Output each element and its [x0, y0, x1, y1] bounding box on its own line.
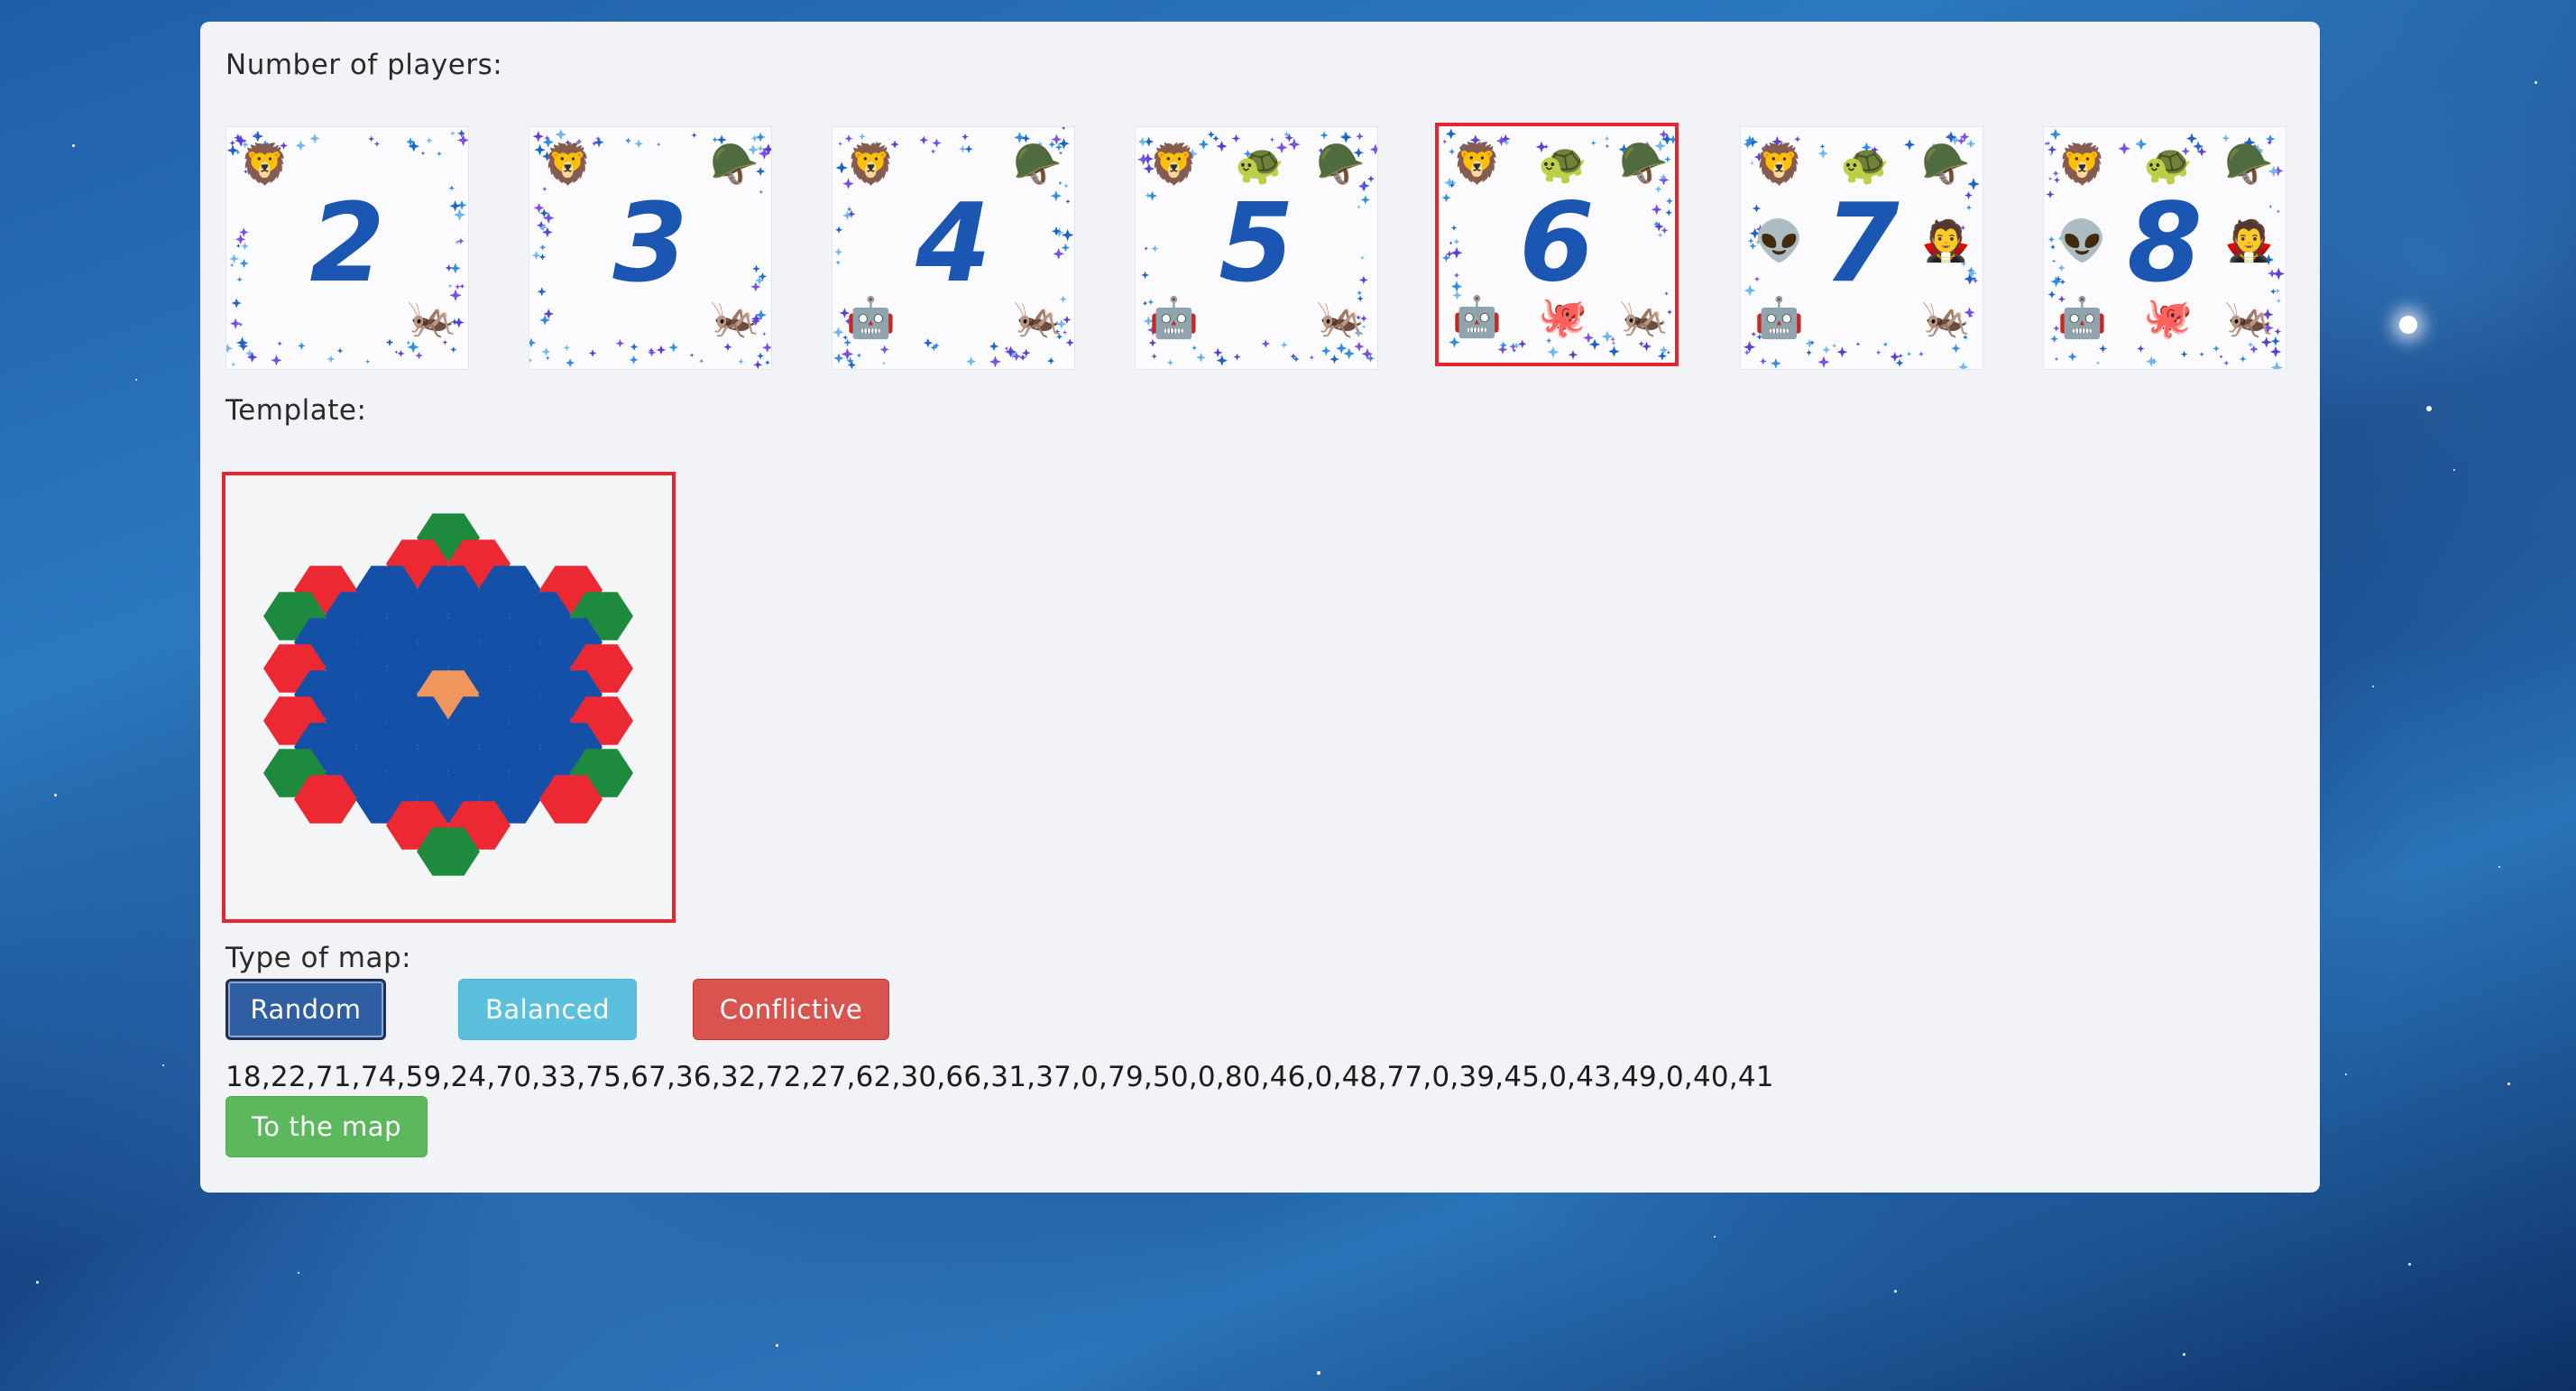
random-map-button[interactable]: Random	[225, 979, 386, 1040]
star	[1894, 1290, 1897, 1293]
player-avatar-icon: 🐙	[2143, 295, 2193, 341]
map-sequence-text: 18,22,71,74,59,24,70,33,75,67,36,32,72,2…	[225, 1061, 1774, 1093]
player-avatar-icon: 🤖	[1754, 295, 1804, 341]
player-avatar-icon: 🪖	[1316, 142, 1366, 188]
player-avatar-icon: 🤖	[846, 295, 896, 341]
player-avatar-icon: 🦁	[240, 142, 290, 188]
star	[2535, 81, 2537, 84]
star	[72, 144, 75, 147]
player-avatar-icon: 🦁	[2057, 142, 2107, 188]
star	[776, 1344, 778, 1347]
player-count-option-4[interactable]: 4 🦁 🪖 🤖 🦗	[832, 126, 1075, 370]
player-avatar-icon: 🪖	[1013, 142, 1063, 188]
star	[2498, 866, 2500, 868]
player-count-number: 2	[309, 181, 385, 307]
star	[2453, 469, 2455, 471]
template-label: Template:	[225, 394, 367, 427]
player-avatar-icon: 🦗	[710, 295, 759, 341]
star	[1317, 1371, 1320, 1375]
player-avatar-icon: 🧛	[1921, 218, 1971, 264]
star	[135, 379, 137, 381]
player-avatar-icon: 🦁	[1149, 142, 1199, 188]
star	[2507, 1082, 2510, 1085]
hex-template-grid	[263, 513, 633, 876]
star	[1714, 1236, 1716, 1238]
player-count-option-3[interactable]: 3 🦁 🪖 🦗	[529, 126, 772, 370]
star	[54, 794, 57, 797]
star	[2372, 686, 2374, 687]
star	[2183, 1353, 2185, 1356]
player-count-option-8[interactable]: 8 🦁 🐢 🪖 👽 🧛 🤖 🐙 🦗	[2043, 126, 2286, 370]
player-avatar-icon: 👽	[1754, 218, 1804, 264]
player-avatar-icon: 🪖	[1619, 141, 1669, 187]
player-avatar-icon: 🪖	[710, 142, 759, 188]
star	[2399, 316, 2417, 334]
player-avatar-icon: 🐢	[1840, 142, 1890, 188]
star	[2408, 1263, 2411, 1266]
player-avatar-icon: 🦁	[1754, 142, 1804, 188]
player-avatar-icon: 🦁	[846, 142, 896, 188]
player-avatar-icon: 🤖	[1149, 295, 1199, 341]
player-avatar-icon: 🦗	[1316, 295, 1366, 341]
to-the-map-button[interactable]: To the map	[225, 1096, 428, 1157]
player-avatar-icon: 👽	[2057, 218, 2107, 264]
player-avatar-icon: 🦗	[1921, 295, 1971, 341]
player-avatar-icon: 🐢	[1538, 141, 1587, 187]
player-avatar-icon: 🧛	[2224, 218, 2274, 264]
player-count-number: 3	[612, 181, 688, 307]
star	[2345, 1073, 2347, 1075]
player-count-number: 6	[1519, 180, 1595, 306]
map-template-preview[interactable]	[222, 472, 676, 923]
conflictive-map-button[interactable]: Conflictive	[693, 979, 889, 1040]
player-avatar-icon: 🐢	[1235, 142, 1284, 188]
map-type-label: Type of map:	[225, 942, 412, 974]
player-avatar-icon: 🦁	[543, 142, 593, 188]
player-count-number: 4	[915, 181, 991, 307]
player-avatar-icon: 🦗	[1619, 294, 1669, 340]
player-avatar-icon: 🪖	[2224, 142, 2274, 188]
player-avatar-icon: 🐢	[2143, 142, 2193, 188]
star	[298, 1272, 299, 1274]
player-avatar-icon: 🤖	[1452, 294, 1502, 340]
player-avatar-icon: 🤖	[2057, 295, 2107, 341]
player-count-option-7[interactable]: 7 🦁 🐢 🪖 👽 🧛 🤖 🦗	[1740, 126, 1983, 370]
player-avatar-icon: 🦁	[1452, 141, 1502, 187]
player-count-number: 5	[1219, 181, 1294, 307]
player-count-option-2[interactable]: 2 🦁 🦗	[225, 126, 469, 370]
player-count-option-5[interactable]: 5 🦁 🐢 🪖 🤖 🦗	[1135, 126, 1378, 370]
player-count-option-6[interactable]: 6 🦁 🐢 🪖 🤖 🐙 🦗	[1435, 123, 1679, 366]
player-avatar-icon: 🐙	[1538, 294, 1587, 340]
balanced-map-button[interactable]: Balanced	[458, 979, 637, 1040]
player-avatar-icon: 🪖	[1921, 142, 1971, 188]
players-label: Number of players:	[225, 49, 503, 81]
player-avatar-icon: 🦗	[407, 295, 456, 341]
star	[36, 1281, 39, 1284]
star	[2426, 406, 2432, 411]
player-avatar-icon: 🦗	[2224, 295, 2274, 341]
star	[162, 1064, 164, 1066]
player-avatar-icon: 🦗	[1013, 295, 1063, 341]
